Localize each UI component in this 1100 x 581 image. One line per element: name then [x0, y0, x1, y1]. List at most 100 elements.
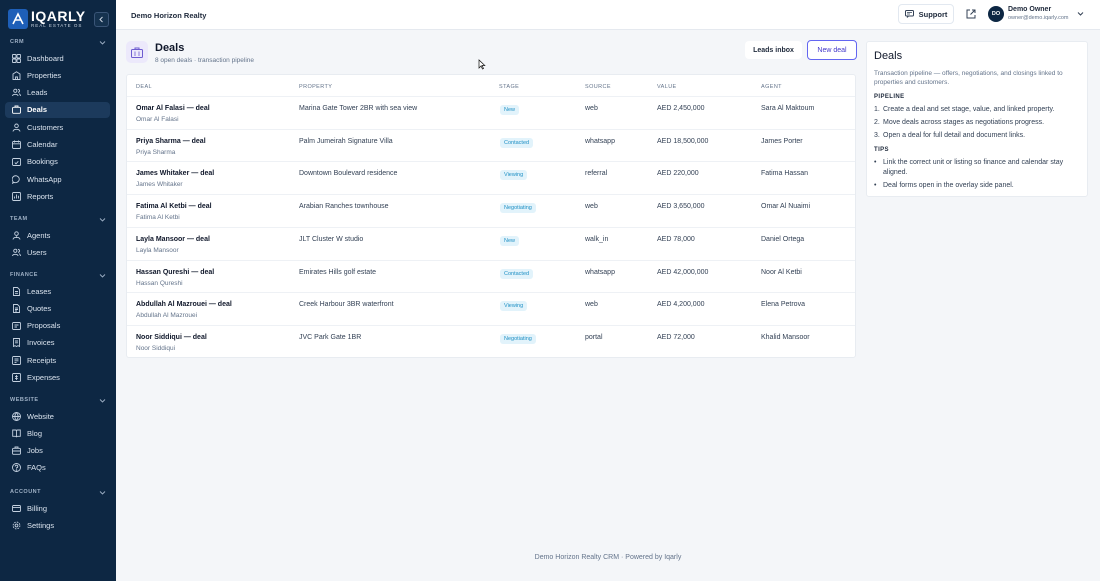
- deal-value: AED 2,450,000: [657, 105, 705, 112]
- deal-property: JVC Park Gate 1BR: [299, 333, 362, 341]
- support-button[interactable]: Support: [898, 4, 954, 24]
- deal-title[interactable]: Omar Al Falasi — deal: [136, 105, 210, 112]
- column-header-stage[interactable]: STAGE: [499, 84, 519, 90]
- column-header-source[interactable]: SOURCE: [585, 84, 611, 90]
- stage-badge: Negotiating: [500, 203, 536, 214]
- brand-logo[interactable]: IQARLY REAL ESTATE OS: [8, 8, 88, 30]
- deal-title[interactable]: Noor Siddiqui — deal: [136, 334, 207, 341]
- deal-value: AED 3,650,000: [657, 203, 705, 211]
- table-row[interactable]: Fatima Al Ketbi — deal Fatima Al Ketbi Ara…: [127, 194, 855, 227]
- sidebar-item-agents[interactable]: Agents: [5, 227, 110, 243]
- sidebar-item-blog[interactable]: Blog: [5, 425, 110, 441]
- chevron-down-icon[interactable]: [99, 39, 106, 46]
- sidebar-item-leases[interactable]: Leases: [5, 283, 110, 299]
- brand-name: IQARLY: [31, 7, 86, 24]
- sidebar-item-users[interactable]: Users: [5, 244, 110, 260]
- sidebar-item-label: WhatsApp: [27, 174, 62, 184]
- chat-icon: [12, 174, 20, 184]
- table-row[interactable]: Layla Mansoor — deal Layla Mansoor JLT Clu…: [127, 226, 855, 260]
- pipeline-step: 1. Create a deal and set stage, value, an…: [874, 106, 1055, 113]
- column-header-value[interactable]: VALUE: [657, 84, 677, 90]
- sidebar-item-dashboard[interactable]: Dashboard: [5, 50, 110, 66]
- chevron-down-icon[interactable]: [1077, 10, 1084, 17]
- deal-title[interactable]: Layla Mansoor — deal: [136, 236, 210, 243]
- external-link-icon[interactable]: [965, 8, 977, 20]
- sidebar-section-account[interactable]: ACCOUNT: [10, 489, 41, 495]
- stage-badge: Contacted: [500, 268, 534, 279]
- deal-title[interactable]: Fatima Al Ketbi — deal: [136, 203, 212, 210]
- sidebar-section-team[interactable]: TEAM: [10, 216, 28, 222]
- sidebar-item-label: Leases: [27, 286, 52, 296]
- sidebar-section-finance[interactable]: FINANCE: [10, 272, 38, 278]
- sidebar-collapse-button[interactable]: [94, 12, 109, 27]
- sidebar-item-receipts[interactable]: Receipts: [5, 352, 110, 368]
- sidebar-item-calendar[interactable]: Calendar: [5, 137, 110, 153]
- sidebar-item-label: Users: [27, 247, 47, 257]
- deal-agent: Fatima Hassan: [761, 170, 809, 178]
- sidebar-item-billing[interactable]: Billing: [5, 500, 110, 516]
- stage-badge: Contacted: [500, 137, 534, 148]
- sidebar-item-reports[interactable]: Reports: [5, 188, 110, 204]
- table-row[interactable]: Abdullah Al Mazrouei — deal Abdullah Al M…: [127, 292, 855, 325]
- deal-property: Emirates Hills golf estate: [299, 268, 377, 276]
- sidebar-item-customers[interactable]: Customers: [5, 119, 110, 135]
- sidebar-item-invoices[interactable]: Invoices: [5, 335, 110, 351]
- help-panel: Deals Transaction pipeline — offers, neg…: [866, 41, 1088, 197]
- deal-title[interactable]: James Whitaker — deal: [136, 170, 214, 177]
- sidebar-item-website[interactable]: Website: [5, 408, 110, 424]
- table-row[interactable]: Noor Siddiqui — deal Noor Siddiqui JVC Par…: [127, 324, 855, 358]
- pipeline-step: 3. Open a deal for full detail and docume…: [874, 132, 1026, 139]
- org-name: Demo Horizon Realty: [131, 11, 207, 20]
- chevron-down-icon[interactable]: [99, 216, 106, 223]
- table-row[interactable]: James Whitaker — deal James Whitaker Downt…: [127, 161, 855, 194]
- leads-inbox-button[interactable]: Leads inbox: [745, 41, 802, 59]
- chevron-down-icon[interactable]: [99, 489, 106, 496]
- deal-title[interactable]: Hassan Qureshi — deal: [136, 269, 214, 276]
- sidebar-item-label: Settings: [27, 520, 55, 530]
- chevron-down-icon[interactable]: [99, 272, 106, 279]
- building-icon: [12, 71, 21, 80]
- deal-title[interactable]: Priya Sharma — deal: [136, 138, 206, 145]
- avatar[interactable]: DO: [988, 6, 1004, 22]
- table-row[interactable]: Omar Al Falasi — deal Omar Al Falasi Marin…: [127, 96, 855, 129]
- pipeline-heading: PIPELINE: [874, 94, 905, 100]
- sidebar-item-properties[interactable]: Properties: [5, 67, 110, 83]
- sidebar-item-leads[interactable]: Leads: [5, 85, 110, 101]
- sidebar-item-label: Blog: [27, 428, 43, 438]
- tips-list: • Link the correct unit or listing so fin…: [874, 158, 1084, 194]
- new-deal-button[interactable]: New deal: [807, 40, 857, 60]
- sidebar-item-label: Agents: [27, 230, 51, 240]
- sidebar: IQARLY REAL ESTATE OS CRM Dashboard Proper…: [0, 0, 116, 581]
- user-name[interactable]: Demo Owner: [1008, 6, 1051, 13]
- deal-agent: James Porter: [761, 137, 803, 145]
- sidebar-item-proposals[interactable]: Proposals: [5, 318, 110, 334]
- sidebar-item-label: Deals: [27, 105, 48, 115]
- card-icon: [12, 504, 21, 512]
- deal-source: web: [585, 301, 598, 309]
- sidebar-item-jobs[interactable]: Jobs: [5, 443, 110, 459]
- deal-customer: Priya Sharma: [136, 148, 176, 156]
- sidebar-item-faqs[interactable]: FAQs: [5, 460, 110, 476]
- table-row[interactable]: Hassan Qureshi — deal Hassan Qureshi Emira…: [127, 259, 855, 293]
- sidebar-item-deals[interactable]: Deals: [5, 101, 110, 118]
- sidebar-item-bookings[interactable]: Bookings: [5, 154, 110, 170]
- tip-item: • Deal forms open in the overlay side pan…: [874, 181, 1014, 189]
- column-header-deal[interactable]: DEAL: [136, 84, 152, 90]
- sidebar-section-crm[interactable]: CRM: [10, 39, 24, 45]
- sidebar-item-settings[interactable]: Settings: [5, 517, 110, 533]
- user-email: owner@demo.iqarly.com: [1008, 15, 1069, 21]
- sidebar-item-quotes[interactable]: Quotes: [5, 300, 110, 316]
- deal-value: AED 72,000: [657, 333, 695, 341]
- table-row[interactable]: Priya Sharma — deal Priya Sharma Palm Jume…: [127, 128, 855, 162]
- help-panel-description: Transaction pipeline — offers, negotiati…: [874, 70, 1063, 86]
- stage-badge: Viewing: [500, 301, 528, 312]
- deals-header-icon: [126, 41, 148, 63]
- sidebar-section-website[interactable]: WEBSITE: [10, 397, 39, 403]
- column-header-property[interactable]: PROPERTY: [299, 84, 332, 90]
- deal-title[interactable]: Abdullah Al Mazrouei — deal: [136, 301, 232, 308]
- invoice-icon: [13, 338, 20, 348]
- sidebar-item-whatsapp[interactable]: WhatsApp: [5, 171, 110, 187]
- sidebar-item-expenses[interactable]: Expenses: [5, 370, 110, 386]
- chevron-down-icon[interactable]: [99, 397, 106, 404]
- column-header-agent[interactable]: AGENT: [761, 84, 782, 90]
